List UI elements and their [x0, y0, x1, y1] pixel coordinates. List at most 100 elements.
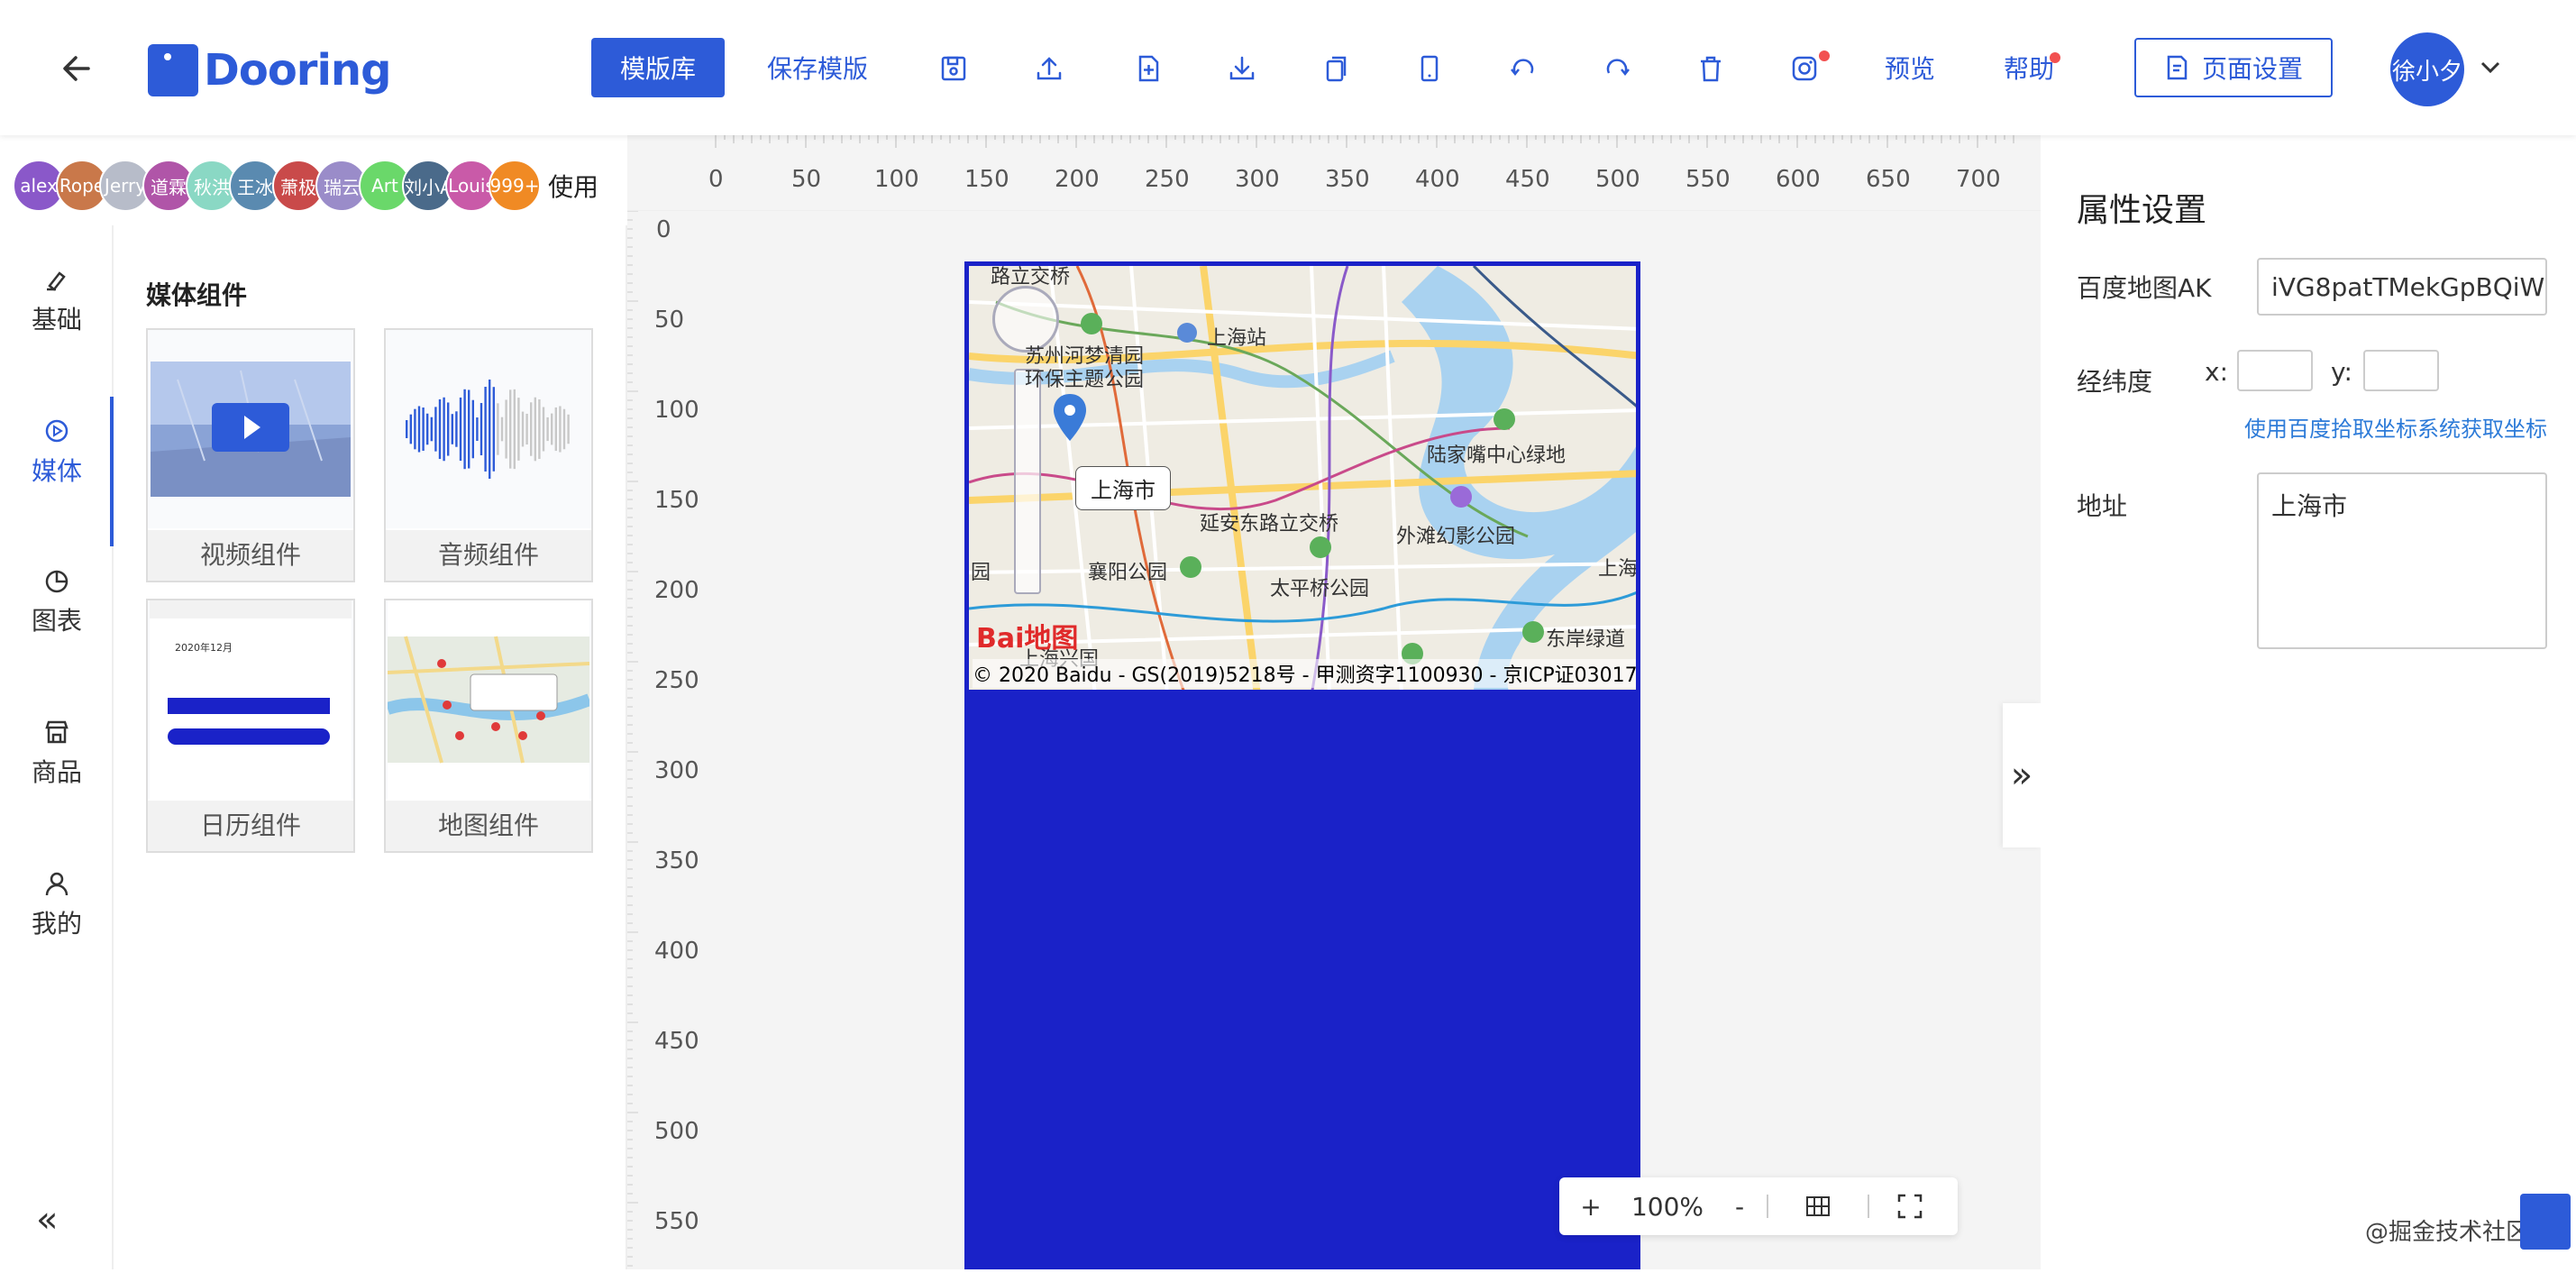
map-component-card[interactable]: 地图组件 [384, 599, 593, 853]
ruler-x-label: 650 [1866, 166, 1911, 193]
component-panel: 媒体组件 视频组件 音频组件 2020年12月 日历组件 地图组件 [114, 225, 627, 1269]
rail-item-basic[interactable]: 基础 [0, 247, 114, 355]
waveform-bar [562, 408, 566, 450]
waveform-bar [517, 398, 520, 461]
ruler-x-label: 100 [874, 166, 919, 193]
waveform-bar [471, 399, 474, 459]
instagram-icon[interactable] [1785, 47, 1830, 90]
help-button[interactable]: 帮助 [1997, 38, 2060, 97]
waveform-bar [414, 408, 416, 450]
shop-icon [45, 720, 69, 744]
ruler-y-label: 500 [654, 1118, 699, 1145]
svg-text:2020年12月: 2020年12月 [175, 641, 233, 654]
upload-icon[interactable] [1029, 47, 1069, 90]
zoom-controls: + 100% - [1559, 1177, 1958, 1235]
map-copyright: © 2020 Baidu - GS(2019)5218号 - 甲测资字11009… [973, 659, 1636, 688]
user-avatar[interactable]: 徐小夕 [2390, 32, 2464, 106]
notification-dot [1819, 50, 1830, 61]
latitude-input[interactable] [2363, 350, 2439, 391]
ruler-y-label: 250 [654, 667, 699, 694]
coord-label: 经纬度 [2077, 367, 2153, 397]
ruler-y-label: 300 [654, 757, 699, 784]
rail-item-label: 商品 [31, 757, 82, 787]
panel-title: 媒体组件 [146, 280, 248, 310]
waveform-bar [534, 397, 536, 462]
properties-title: 属性设置 [2077, 192, 2207, 229]
rail-item-media[interactable]: 媒体 [0, 398, 114, 507]
ruler-x-label: 0 [708, 166, 724, 193]
mobile-icon[interactable] [1410, 47, 1449, 90]
chevron-down-icon[interactable] [2477, 56, 2504, 78]
zoom-out-button[interactable]: - [1713, 1192, 1767, 1222]
waveform-bar [509, 389, 512, 469]
rail-item-label: 基础 [31, 305, 82, 334]
calendar-thumbnail: 2020年12月 [148, 600, 353, 799]
back-arrow-icon[interactable] [61, 47, 97, 90]
map-place-label: 太平桥公园 [1270, 578, 1370, 600]
waveform-bar [438, 398, 442, 460]
rail-item-chart[interactable]: 图表 [0, 548, 114, 656]
online-users-suffix: 使用 [548, 172, 599, 202]
waveform-bar [417, 406, 421, 453]
undo-icon[interactable] [1503, 47, 1543, 90]
ruler-x-label: 250 [1145, 166, 1190, 193]
map-place-label: 陆家嘴中心绿地 [1427, 444, 1567, 467]
preview-button[interactable]: 预览 [1878, 38, 1941, 97]
download-icon[interactable] [1222, 47, 1262, 90]
online-user-avatar[interactable]: 999+ [489, 160, 541, 212]
template-library-button[interactable]: 模版库 [591, 38, 725, 97]
collapse-sidebar-icon[interactable]: « [36, 1199, 58, 1241]
delete-icon[interactable] [1691, 47, 1731, 90]
map-marker-icon[interactable] [1052, 392, 1088, 443]
expand-panel-button[interactable]: » [2003, 703, 2041, 847]
redo-icon[interactable] [1597, 47, 1637, 90]
notification-dot [2050, 52, 2060, 63]
waveform-bar [480, 402, 483, 456]
copy-icon[interactable] [1316, 47, 1356, 90]
baidu-map-logo: Bai地图 [976, 623, 1079, 655]
zoom-level: 100% [1631, 1191, 1704, 1222]
waveform-bar [468, 389, 470, 469]
coord-picker-link[interactable]: 使用百度拾取坐标系统获取坐标 [2244, 411, 2547, 443]
y-label: y: [2331, 357, 2352, 387]
ruler-y-label: 550 [654, 1208, 699, 1235]
longitude-input[interactable] [2237, 350, 2313, 391]
ruler-x-label: 500 [1595, 166, 1640, 193]
waveform-bar [430, 417, 433, 442]
waveform-bar [513, 389, 516, 470]
map-zoom-slider[interactable] [1014, 369, 1041, 594]
ak-input[interactable]: iVG8patTMekGpBQiW [2257, 258, 2547, 316]
grid-toggle-icon[interactable] [1768, 1195, 1868, 1217]
logo-text: Dooring [204, 45, 391, 96]
ruler-x-label: 450 [1505, 166, 1550, 193]
map-place-label: 襄阳公园 [1088, 562, 1168, 584]
map-place-label: 路立交桥 [991, 266, 1071, 288]
card-label: 音频组件 [386, 530, 591, 581]
zoom-in-button[interactable]: + [1559, 1192, 1622, 1222]
video-component-card[interactable]: 视频组件 [146, 328, 355, 582]
ruler-y-label: 200 [654, 577, 699, 604]
fullscreen-icon[interactable] [1869, 1194, 1950, 1219]
ruler-y-label: 150 [654, 487, 699, 514]
waveform-bar [443, 397, 445, 462]
floating-help-button[interactable] [2520, 1194, 2571, 1250]
new-file-icon[interactable] [1128, 47, 1168, 90]
rail-item-label: 媒体 [31, 456, 82, 486]
waveform-bar [451, 414, 453, 444]
waveform-bar [422, 408, 425, 451]
waveform-bar [447, 402, 450, 456]
waveform-bar [489, 380, 491, 479]
page-settings-button[interactable]: 页面设置 [2134, 38, 2333, 97]
save-template-button[interactable]: 保存模版 [759, 38, 876, 97]
baidu-map-component[interactable]: 上海市 路立交桥 苏州河梦清园 环保主题公园 上海站 陆家嘴中心绿地 延安东路立… [966, 263, 1639, 692]
rail-item-mine[interactable]: 我的 [0, 851, 114, 959]
audio-component-card[interactable]: 音频组件 [384, 328, 593, 582]
rail-item-shop[interactable]: 商品 [0, 700, 114, 808]
save-icon[interactable] [934, 47, 973, 90]
ruler-y-label: 400 [654, 938, 699, 965]
address-textarea[interactable]: 上海市 [2257, 472, 2547, 649]
waveform-bar [484, 387, 487, 472]
calendar-component-card[interactable]: 2020年12月 日历组件 [146, 599, 355, 853]
waveform-bar [521, 411, 525, 447]
waveform-bar [530, 402, 533, 456]
